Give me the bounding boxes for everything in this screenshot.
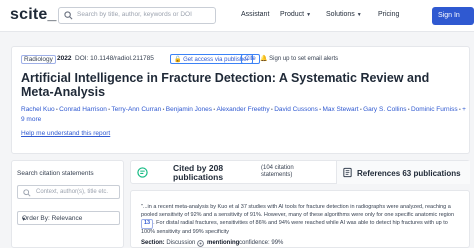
author-link[interactable]: Conrad Harrison [59,106,107,113]
context-placeholder: Context, author(s), title etc. [36,189,109,195]
open-access-label: Get access via publisher [183,57,249,63]
author-link[interactable]: Benjamin Jones [166,106,212,113]
author-link[interactable]: Gary S. Collins [363,106,406,113]
citation-statements-count: (104 citation statements) [261,165,294,178]
tab-references[interactable]: References 63 publications [336,161,470,184]
email-alerts-label: Sign up to set email alerts [269,56,339,62]
nav-product[interactable]: Product ▼ [280,11,311,18]
cited-by-count: Cited by 208 publications [173,164,223,182]
references-icon [343,167,352,178]
author-link[interactable]: Alexander Freethy [217,106,270,113]
nav-pricing[interactable]: Pricing [378,11,399,18]
statement-text-before: "...in a recent meta-analysis by Kuo et … [141,204,455,218]
sign-in-button[interactable]: Sign In [432,7,474,25]
mentioning-label: mentioning [207,240,240,246]
statement-text: "...in a recent meta-analysis by Kuo et … [141,204,463,236]
nav-solutions-label: Solutions [326,11,355,18]
nav-product-label: Product [280,11,305,18]
help-understand-link[interactable]: Help me understand this report [21,130,110,137]
author-link[interactable]: Max Stewart [322,106,358,113]
cite-button[interactable]: Cite [241,54,260,64]
citation-tabs: Cited by 208 publications (104 citation … [130,160,470,184]
author-list: Rachel Kuo • Conrad Harrison • Terry-Ann… [21,105,466,124]
cited-by-line2: publications [173,172,224,182]
citation-icon [137,167,148,178]
chevron-down-icon: ▼ [306,12,312,18]
article-card: Radiology 2022 DOI: 10.1148/radiol.21178… [11,46,470,154]
author-link[interactable]: Rachel Kuo [21,106,55,113]
references-label: References 63 publications [357,169,461,178]
sign-in-label: Sign In [438,12,460,19]
top-navbar: scite_ Search by title, author, keywords… [0,0,474,32]
scite-logo[interactable]: scite_ [10,6,57,24]
doi-text[interactable]: DOI: 10.1148/radiol.211785 [75,55,154,62]
chevron-down-icon: ▾ [22,216,26,223]
author-link[interactable]: Dominic Furniss [411,106,458,113]
search-icon [64,11,73,20]
author-link[interactable]: Terry-Ann Curran [111,106,161,113]
nav-assistant[interactable]: Assistant [241,11,269,18]
tab-cited-by[interactable]: Cited by 208 publications (104 citation … [131,161,335,184]
citation-statement: "...in a recent meta-analysis by Kuo et … [130,190,470,248]
filter-title: Search citation statements [17,170,94,177]
nav-pricing-label: Pricing [378,11,400,18]
section-key: Section: [141,240,165,246]
search-icon [23,189,31,197]
chevron-down-icon: ▼ [356,12,362,18]
section-label: Section: Discussion [141,240,195,246]
order-by-select[interactable]: Order By: Relevance ▾ [17,211,120,225]
publication-year: 2022 [57,55,72,62]
statement-text-after: . For distal radial fractures, sensitivi… [141,220,448,235]
mentioning-icon [197,240,204,247]
section-value: Discussion [166,240,196,246]
search-input[interactable]: Search by title, author, keywords or DOI [58,7,216,24]
context-search-input[interactable]: Context, author(s), title etc. [17,185,120,199]
author-link[interactable]: David Cussons [274,106,318,113]
nav-solutions[interactable]: Solutions ▼ [326,11,362,18]
citation-filter-panel: Search citation statements Context, auth… [11,160,124,248]
journal-badge[interactable]: Radiology [21,55,56,64]
email-alerts-link[interactable]: 🔔 Sign up to set email alerts [260,55,338,62]
search-placeholder: Search by title, author, keywords or DOI [77,11,192,18]
nav-assistant-label: Assistant [241,11,270,18]
reference-chip[interactable]: 13 [141,219,154,229]
confidence-value: confidence: 99% [239,240,284,246]
article-title: Artificial Intelligence in Fracture Dete… [21,71,430,99]
